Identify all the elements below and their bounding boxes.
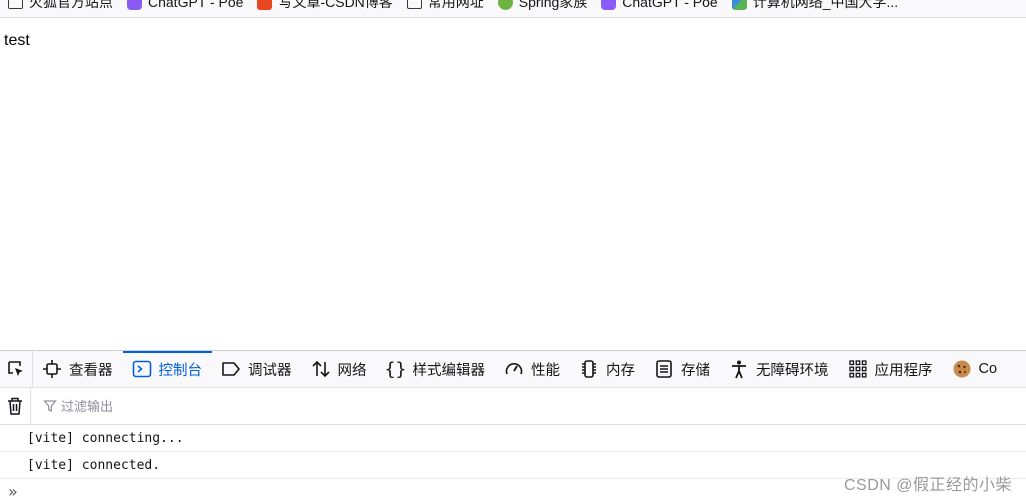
console-icon (131, 358, 153, 380)
console-toolbar (0, 388, 1026, 425)
accessibility-icon (728, 358, 750, 380)
spring-icon (497, 0, 513, 10)
network-arrows-icon (310, 358, 332, 380)
inspector-icon (41, 358, 63, 380)
tab-cookies[interactable]: Co (943, 351, 1008, 387)
poe-icon (601, 0, 617, 10)
network-icon (731, 0, 747, 10)
tab-inspector[interactable]: 查看器 (33, 351, 123, 387)
tab-style-editor[interactable]: {} 样式编辑器 (377, 351, 496, 387)
bookmark-computer-network[interactable]: 计算机网络_中国大学... (731, 0, 898, 12)
console-message: [vite] connecting... (0, 425, 1026, 452)
filter-icon (43, 400, 57, 412)
bookmark-chatgpt-poe-2[interactable]: ChatGPT - Poe (601, 0, 718, 10)
bookmark-firefox-official[interactable]: 火狐官方站点 (8, 0, 113, 12)
watermark: CSDN @假正经的小柴 (843, 477, 1012, 494)
cookie-icon (951, 358, 973, 380)
trash-icon (8, 397, 22, 415)
bookmark-common-sites[interactable]: 常用网址 (406, 0, 484, 12)
devtools-tabbar: 查看器 控制台 调试器 网络 {} 样式编辑器 性能 内存 存储 无障碍环境 应… (0, 351, 1026, 388)
tab-storage[interactable]: 存储 (645, 351, 720, 387)
folder-icon (8, 0, 23, 9)
prompt-chevron-icon: » (8, 482, 18, 501)
csdn-icon (257, 0, 273, 10)
braces-icon: {} (384, 358, 407, 380)
grid-icon (847, 358, 869, 380)
filter-output (43, 398, 361, 414)
tab-application[interactable]: 应用程序 (839, 351, 943, 387)
gauge-icon (503, 358, 525, 380)
tab-accessibility[interactable]: 无障碍环境 (720, 351, 839, 387)
page-content: test (0, 18, 1026, 350)
tab-network[interactable]: 网络 (302, 351, 377, 387)
bookmark-chatgpt-poe[interactable]: ChatGPT - Poe (127, 0, 243, 10)
tab-memory[interactable]: 内存 (570, 351, 645, 387)
tab-debugger[interactable]: 调试器 (212, 351, 302, 387)
element-picker-button[interactable] (0, 351, 33, 387)
storage-icon (653, 358, 675, 380)
bookmark-csdn-write[interactable]: 写文章-CSDN博客 (257, 0, 393, 12)
filter-output-input[interactable] (61, 398, 361, 414)
tab-console[interactable]: 控制台 (122, 351, 213, 387)
debugger-icon (220, 358, 242, 380)
memory-chip-icon (578, 358, 600, 380)
poe-icon (127, 0, 142, 10)
page-text: test (4, 32, 30, 49)
element-picker-icon (8, 361, 23, 376)
clear-console-button[interactable] (0, 388, 31, 424)
folder-icon (406, 0, 422, 9)
tab-performance[interactable]: 性能 (495, 351, 570, 387)
bookmarks-toolbar: 火狐官方站点 ChatGPT - Poe 写文章-CSDN博客 常用网址 Spr… (0, 0, 1026, 18)
bookmark-spring-family[interactable]: Spring家族 (497, 0, 587, 12)
